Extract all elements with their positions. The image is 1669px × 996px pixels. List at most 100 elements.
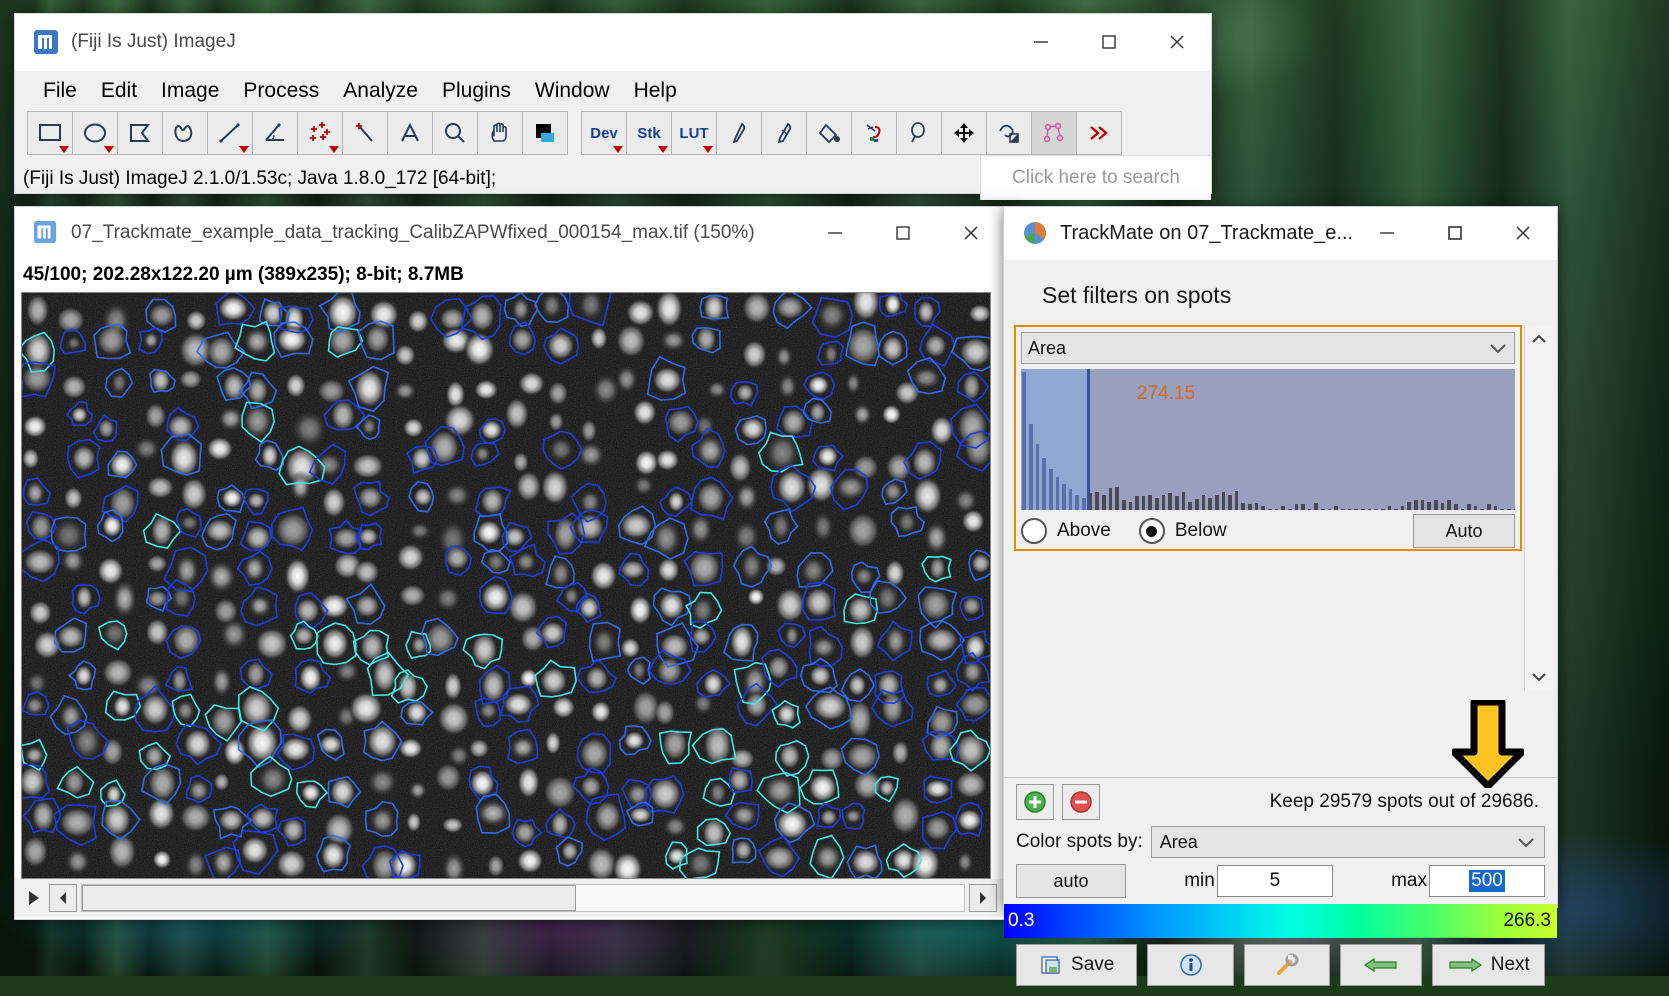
color-picker-tool[interactable] (522, 111, 568, 155)
play-icon[interactable] (23, 886, 45, 910)
histogram-bar (1360, 508, 1365, 510)
stk-tool-label: Stk (637, 124, 661, 142)
trackmate-close-button[interactable] (1489, 207, 1557, 259)
polygon-tool[interactable] (117, 111, 163, 155)
imagej-icon (33, 220, 59, 246)
histogram-bar (1261, 505, 1265, 510)
search-input[interactable]: Click here to search (980, 155, 1211, 200)
histogram-bar (1248, 504, 1252, 510)
histogram-bar (1414, 500, 1418, 510)
fiji-window-title: (Fiji Is Just) ImageJ (71, 31, 236, 52)
image-close-button[interactable] (937, 207, 1005, 259)
color-spots-select[interactable]: Area (1150, 826, 1545, 858)
menu-window[interactable]: Window (523, 77, 622, 105)
histogram-bar (1467, 504, 1471, 510)
image-maximize-button[interactable] (869, 207, 937, 259)
straight-line-tool[interactable] (207, 111, 253, 155)
image-minimize-button[interactable] (801, 207, 869, 259)
fiji-close-button[interactable] (1143, 14, 1211, 70)
histogram-bar (1135, 496, 1139, 510)
hand-tool[interactable] (477, 111, 523, 155)
spot-filter-card: Area 274.15 Above Below Auto (1014, 325, 1522, 551)
oval-tool[interactable] (72, 111, 118, 155)
radio-above[interactable] (1021, 518, 1047, 544)
histogram-bar (1321, 508, 1325, 510)
filter-histogram[interactable]: 274.15 (1021, 369, 1515, 510)
histogram-bar (1028, 424, 1033, 510)
radio-above-label: Above (1057, 520, 1111, 541)
histogram-bar (1407, 501, 1412, 510)
lut-tool[interactable]: LUT (671, 111, 717, 155)
filter-auto-button[interactable]: Auto (1413, 514, 1515, 548)
rectangle-tool[interactable] (27, 111, 73, 155)
color-spots-label: Color spots by: (1016, 831, 1143, 852)
filter-mode-row: Above Below Auto (1021, 510, 1515, 552)
histogram-bar (1307, 508, 1312, 510)
more-tools-button[interactable] (1076, 111, 1122, 155)
wand-tool[interactable] (342, 111, 388, 155)
freehand-tool[interactable] (162, 111, 208, 155)
image-canvas[interactable] (21, 292, 991, 879)
histogram-bar (1367, 508, 1372, 510)
menu-help[interactable]: Help (622, 77, 689, 105)
save-icon (1041, 956, 1060, 974)
min-input[interactable]: 5 (1216, 865, 1333, 897)
scroll-right-button[interactable] (969, 884, 997, 912)
save-button[interactable]: Save (1016, 944, 1138, 986)
previous-button[interactable] (1340, 944, 1422, 986)
menu-image[interactable]: Image (149, 77, 231, 105)
frame-scrollbar[interactable] (81, 884, 965, 912)
flood-fill-tool[interactable] (806, 111, 852, 155)
scroll-left-button[interactable] (49, 884, 77, 912)
max-value: 500 (1469, 870, 1505, 892)
lut-editor-tool[interactable] (851, 111, 897, 155)
trackmate-maximize-button[interactable] (1421, 207, 1489, 259)
trackmate-panel-heading: Set filters on spots (1004, 260, 1557, 325)
menu-file[interactable]: File (31, 77, 89, 105)
next-button[interactable]: Next (1431, 944, 1545, 986)
histogram-bar (1035, 443, 1040, 510)
scroll-up-icon[interactable] (1525, 325, 1553, 353)
menu-edit[interactable]: Edit (89, 77, 149, 105)
menu-process[interactable]: Process (231, 77, 331, 105)
info-button[interactable] (1147, 944, 1234, 986)
text-tool[interactable] (387, 111, 433, 155)
remove-filter-button[interactable] (1062, 784, 1100, 820)
roi-manager-tool[interactable] (986, 111, 1032, 155)
dev-tool[interactable]: Dev (581, 111, 627, 155)
menu-plugins[interactable]: Plugins (430, 77, 523, 105)
brush-tool[interactable] (761, 111, 807, 155)
menu-analyze[interactable]: Analyze (331, 77, 430, 105)
add-filter-button[interactable] (1016, 784, 1054, 820)
trackmate-tool[interactable] (1031, 111, 1077, 155)
fiji-maximize-button[interactable] (1075, 14, 1143, 70)
settings-button[interactable] (1243, 944, 1331, 986)
histogram-bar (1082, 497, 1086, 510)
filters-scrollbar[interactable] (1524, 325, 1553, 691)
angle-tool[interactable] (252, 111, 298, 155)
histogram-bar (1453, 504, 1458, 510)
histogram-bar (1334, 505, 1339, 510)
radio-below[interactable] (1138, 518, 1165, 544)
move-arrows-tool[interactable] (941, 111, 987, 155)
pencil-tool[interactable] (716, 111, 762, 155)
trackmate-window: TrackMate on 07_Trackmate_e... Set filte… (1003, 206, 1558, 986)
fiji-minimize-button[interactable] (1007, 14, 1075, 70)
scroll-down-icon[interactable] (1525, 663, 1553, 691)
image-window-titlebar: 07_Trackmate_example_data_tracking_Calib… (15, 207, 1005, 260)
loupe-tool[interactable] (896, 111, 942, 155)
histogram-bar (1148, 494, 1153, 510)
auto-range-button[interactable]: auto (1016, 864, 1126, 898)
histogram-bar (1294, 504, 1299, 510)
filter-feature-select[interactable]: Area (1021, 332, 1515, 364)
magnifier-tool[interactable] (432, 111, 478, 155)
histogram-bar (1287, 508, 1292, 510)
trackmate-minimize-button[interactable] (1353, 207, 1421, 259)
radio-below-label: Below (1174, 520, 1227, 541)
multipoint-tool[interactable] (297, 111, 343, 155)
max-input[interactable]: 500 (1429, 865, 1545, 897)
frame-scrollbar-thumb[interactable] (82, 885, 576, 911)
histogram-bar (1228, 494, 1232, 510)
stk-tool[interactable]: Stk (626, 111, 672, 155)
gradient-min-label: 0.3 (1008, 910, 1035, 931)
